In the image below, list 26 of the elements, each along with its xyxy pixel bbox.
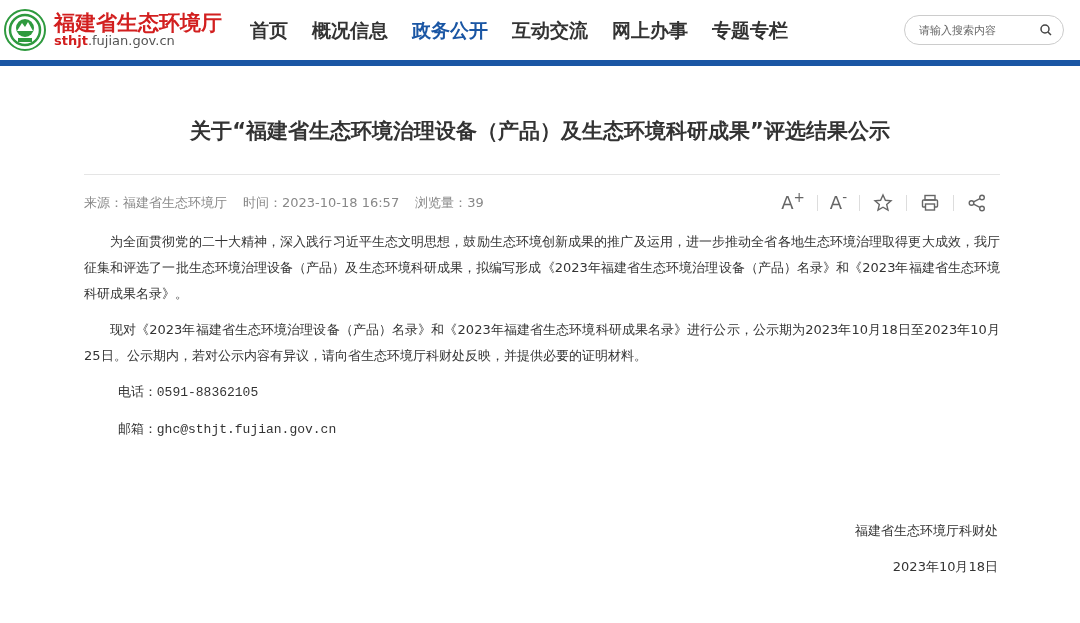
paragraph: 现对《2023年福建省生态环境治理设备（产品）名录》和《2023年福建省生态环境科研成果名录》进行公示，公示期为2023年10月18日至2023年10月25日。公示期内，若对公示内容有异议，请向省生态环境厅科财处反映，并提供必要的证明材料。 bbox=[84, 320, 1000, 365]
print-icon[interactable] bbox=[920, 192, 940, 213]
article-meta: 时间：2023-10-18 16:57 bbox=[243, 193, 400, 212]
search-icon[interactable] bbox=[1040, 24, 1052, 36]
emblem-icon bbox=[4, 9, 46, 51]
nav-link[interactable]: 网上办事 bbox=[600, 15, 700, 45]
nav-link[interactable]: 概况信息 bbox=[300, 15, 400, 45]
nav-link[interactable]: 政务公开 bbox=[400, 15, 500, 45]
favorite-star-icon[interactable] bbox=[873, 192, 893, 213]
nav-link[interactable]: 专题专栏 bbox=[700, 15, 800, 45]
share-icon[interactable] bbox=[967, 192, 987, 213]
article-meta: 浏览量：39 bbox=[415, 193, 484, 212]
font-decrease-button[interactable]: A$^{-}$ bbox=[817, 193, 859, 212]
contact-text: 电话：0591-88362105 bbox=[117, 384, 259, 400]
article-meta: 来源：福建省生态环境厅 bbox=[84, 193, 227, 212]
search-field[interactable]: 请输入搜索内容 bbox=[904, 15, 1064, 45]
signature-text: 2023年10月18日 bbox=[892, 558, 998, 574]
font-increase-button[interactable]: A$^{+}$ bbox=[769, 193, 817, 212]
nav-link[interactable]: 首页 bbox=[238, 15, 300, 45]
site-name: 福建省生态环境厅 bbox=[54, 11, 222, 35]
signature-text: 福建省生态环境厅科财处 bbox=[855, 522, 998, 538]
contact-text: 邮箱：ghc@sthjt.fujian.gov.cn bbox=[117, 421, 337, 437]
nav-link[interactable]: 互动交流 bbox=[500, 15, 600, 45]
site-domain: sthjt.fujian.gov.cn bbox=[54, 34, 176, 49]
article-title: 关于“福建省生态环境治理设备（产品）及生态环境科研成果”评选结果公示 bbox=[189, 118, 891, 145]
paragraph: 为全面贯彻党的二十大精神，深入践行习近平生态文明思想，鼓励生态环境创新成果的推广及运用，进一步推动全省各地生态环境治理取得更大成效，我厅征集和评选了一批生态环境治理设备（产品）及生态环境科研成果，拟编写形成《2023年福建省生态环境治理设备（产品）名录》和《2023年福建省生态环境科研成果名录》。 bbox=[84, 232, 1000, 303]
